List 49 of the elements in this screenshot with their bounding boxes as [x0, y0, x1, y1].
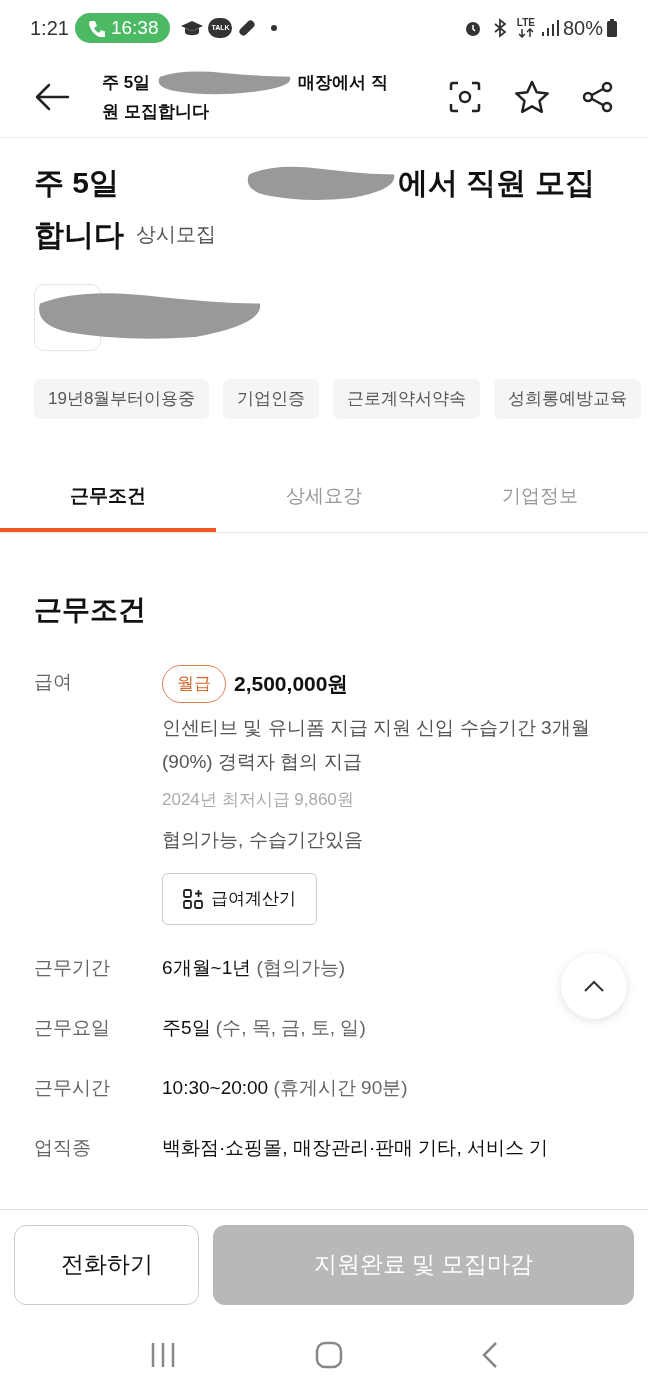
recent-apps-icon[interactable] — [149, 1340, 177, 1369]
tag: 기업인증 — [223, 379, 320, 419]
call-button[interactable]: 전화하기 — [14, 1224, 199, 1305]
page-title: 주 5일 — [102, 71, 151, 94]
recruit-type: 상시모집 — [136, 222, 216, 247]
calculator-icon — [183, 889, 203, 909]
section-title: 근무조건 — [34, 593, 147, 627]
graduation-cap-icon — [180, 18, 205, 38]
page-title: 매장에서 직 — [298, 71, 388, 94]
signal-icon — [540, 19, 559, 37]
post-title: 합니다 — [34, 216, 124, 253]
row-label: 근무기간 — [34, 955, 111, 980]
tab[interactable]: 기업정보 — [432, 464, 648, 532]
tag: 근로계약서약속 — [333, 379, 481, 419]
salary-description: 인센티브 및 유니폼 지급 지원 신입 수습기간 3개월(90%) 경력자 협의 지급 — [162, 716, 591, 774]
minimum-wage: 2024년 최저시급 9,860원 — [162, 789, 355, 811]
row-value: 10:30~20:00 (휴게시간 90분) — [162, 1075, 408, 1100]
phone-icon — [86, 19, 105, 37]
scan-icon[interactable] — [448, 79, 482, 114]
tag: 19년8월부터이용중 — [34, 379, 210, 419]
share-icon[interactable] — [582, 80, 614, 113]
row-value: 6개월~1년 (협의가능) — [162, 955, 346, 980]
star-icon[interactable] — [514, 79, 550, 114]
dot-icon — [270, 24, 279, 32]
post-title: 에서 직원 모집 — [398, 164, 595, 201]
back-arrow-icon[interactable] — [34, 82, 70, 111]
salary-note: 협의가능, 수습기간있음 — [162, 828, 364, 852]
row-label: 근무요일 — [34, 1015, 111, 1040]
home-icon[interactable] — [315, 1340, 343, 1369]
tab[interactable]: 근무조건 — [0, 464, 216, 532]
row-label: 업직종 — [34, 1135, 92, 1160]
back-icon[interactable] — [481, 1340, 499, 1369]
battery-percent: 80% — [562, 16, 603, 41]
post-title: 주 5일 — [34, 164, 120, 201]
tag: 성희롱예방교육 — [494, 379, 642, 419]
chevron-up-icon — [584, 980, 604, 992]
row-label: 근무시간 — [34, 1075, 111, 1100]
battery-icon — [606, 18, 618, 38]
salary-amount: 2,500,000원 — [234, 671, 349, 698]
call-pill[interactable]: 16:38 — [74, 13, 171, 43]
row-value: 주5일 (수, 목, 금, 토, 일) — [162, 1015, 366, 1040]
row-value: 백화점·쇼핑몰, 매장관리·판매 기타, 서비스 기 — [162, 1135, 549, 1160]
tab[interactable]: 상세요강 — [216, 464, 432, 532]
page-title: 원 모집합니다 — [102, 100, 209, 123]
status-time: 1:21 — [30, 16, 69, 41]
network-indicator: LTE — [516, 18, 535, 38]
salary-calculator-button[interactable]: 급여계산기 — [162, 873, 317, 925]
row-label: 급여 — [34, 670, 73, 694]
data-arrows-icon — [517, 28, 534, 38]
